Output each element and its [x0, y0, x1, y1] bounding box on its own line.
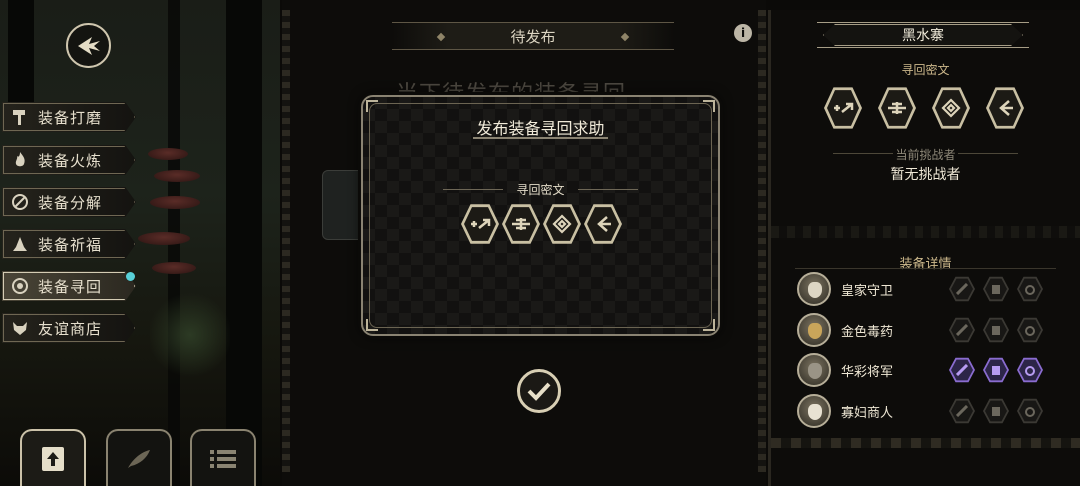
ring-slot-icon[interactable] — [1017, 276, 1043, 302]
ornate-border — [758, 10, 766, 472]
character-name: 皇家守卫 — [841, 284, 894, 299]
weapon-slot-icon[interactable] — [949, 398, 975, 424]
character-row[interactable]: 皇家守卫 — [797, 272, 1049, 306]
foliage — [150, 290, 230, 380]
back-button[interactable] — [66, 23, 111, 68]
nav-item-label: 装备寻回 — [38, 277, 103, 296]
mushroom — [152, 262, 196, 274]
confirm-button[interactable] — [517, 369, 561, 413]
publish-dialog: 发布装备寻回求助 寻回密文 — [361, 95, 720, 336]
character-name: 寡妇商人 — [841, 406, 894, 421]
details-label: 装备详情 — [899, 257, 952, 272]
rune-2-icon[interactable] — [502, 204, 540, 244]
ring-slot-icon[interactable] — [1017, 317, 1043, 343]
location-cipher-runes — [824, 86, 1024, 130]
ring-slot-icon[interactable] — [1017, 357, 1043, 383]
left-panel: 装备打磨 装备火炼 装备分解 装备祈福 装备寻回 友谊商店 — [0, 0, 280, 486]
list-icon — [210, 449, 236, 468]
nav-item-label: 装备打磨 — [38, 108, 103, 127]
rune-1-icon — [824, 87, 862, 129]
armor-slot-icon[interactable] — [983, 398, 1009, 424]
nav-item-fire-refine[interactable]: 装备火炼 — [2, 145, 136, 175]
nav-item-disassemble[interactable]: 装备分解 — [2, 187, 136, 217]
armor-slot-icon[interactable] — [983, 317, 1009, 343]
prayer-hands-icon — [2, 235, 38, 253]
dialog-subtitle: 寻回密文 — [516, 183, 565, 197]
weapon-slot-icon[interactable] — [949, 276, 975, 302]
armor-slot-icon[interactable] — [983, 357, 1009, 383]
rune-3-icon[interactable] — [543, 204, 581, 244]
upload-icon — [42, 446, 64, 471]
character-row[interactable]: 寡妇商人 — [797, 394, 1049, 428]
nav-item-label: 装备分解 — [38, 193, 103, 212]
pending-header-label: 待发布 — [510, 27, 556, 46]
armor-slot-icon[interactable] — [983, 276, 1009, 302]
weapon-slot-icon[interactable] — [949, 357, 975, 383]
rune-4-icon — [986, 87, 1024, 129]
center-panel: 待发布 i 当下待发布的装备寻回 发布装备寻回求助 寻回密文 — [282, 0, 766, 486]
cipher-runes — [461, 203, 623, 245]
fox-icon — [2, 319, 38, 337]
nav-item-retrieve[interactable]: 装备寻回 — [2, 271, 136, 301]
avatar — [797, 394, 831, 428]
weapon-slot-icon[interactable] — [949, 317, 975, 343]
character-row[interactable]: 华彩将军 — [797, 353, 1049, 387]
cipher-label: 寻回密文 — [901, 63, 950, 77]
rune-2-icon — [878, 87, 916, 129]
dialog-title: 发布装备寻回求助 — [476, 119, 605, 138]
mushroom — [150, 196, 200, 209]
nav-item-label: 装备火炼 — [38, 151, 103, 170]
flame-icon — [2, 151, 38, 169]
divider — [795, 268, 1056, 269]
back-arrow-icon — [77, 36, 100, 55]
pending-header: 待发布 — [392, 22, 674, 50]
avatar — [797, 313, 831, 347]
ornate-border — [771, 438, 1080, 448]
challenger-label: 当前挑战者 — [895, 148, 956, 162]
tab-publish[interactable] — [20, 429, 86, 486]
rune-4-icon[interactable] — [584, 204, 622, 244]
disassemble-icon — [2, 193, 38, 211]
right-panel: 黑水寨 寻回密文 当前挑战者 暂无挑战者 装备详情 皇家守卫 金色毒药 华彩将军… — [768, 10, 1080, 486]
mushroom — [138, 232, 190, 245]
feather-icon — [128, 449, 150, 468]
divider — [578, 189, 638, 190]
hammer-icon — [2, 108, 38, 126]
notification-dot — [126, 272, 135, 281]
diamond-ornament — [620, 32, 630, 42]
rune-1-icon[interactable] — [461, 204, 499, 244]
nav-item-label: 友谊商店 — [38, 319, 103, 338]
divider — [473, 137, 608, 139]
background-card — [322, 170, 366, 240]
rune-3-icon — [932, 87, 970, 129]
divider — [958, 153, 1018, 154]
checkmark-icon — [527, 382, 551, 401]
nav-item-friendship-shop[interactable]: 友谊商店 — [2, 313, 136, 343]
avatar — [797, 272, 831, 306]
avatar — [797, 353, 831, 387]
nav-item-forge[interactable]: 装备打磨 — [2, 102, 136, 132]
mushroom — [148, 148, 188, 160]
diamond-ornament — [436, 32, 446, 42]
character-name: 华彩将军 — [841, 365, 894, 380]
target-icon — [2, 277, 38, 295]
ornate-divider — [771, 226, 1080, 238]
tab-list[interactable] — [190, 429, 256, 486]
character-row[interactable]: 金色毒药 — [797, 313, 1049, 347]
mushroom — [154, 170, 200, 182]
character-name: 金色毒药 — [841, 325, 894, 340]
info-icon[interactable]: i — [734, 24, 752, 42]
ring-slot-icon[interactable] — [1017, 398, 1043, 424]
tree-trunk — [8, 0, 34, 110]
location-title: 黑水寨 — [823, 24, 1023, 46]
ornate-border — [282, 10, 290, 472]
nav-item-label: 装备祈福 — [38, 235, 103, 254]
tab-feather[interactable] — [106, 429, 172, 486]
tree-trunk — [226, 0, 262, 486]
challenger-value: 暂无挑战者 — [890, 167, 961, 183]
nav-item-blessing[interactable]: 装备祈福 — [2, 229, 136, 259]
